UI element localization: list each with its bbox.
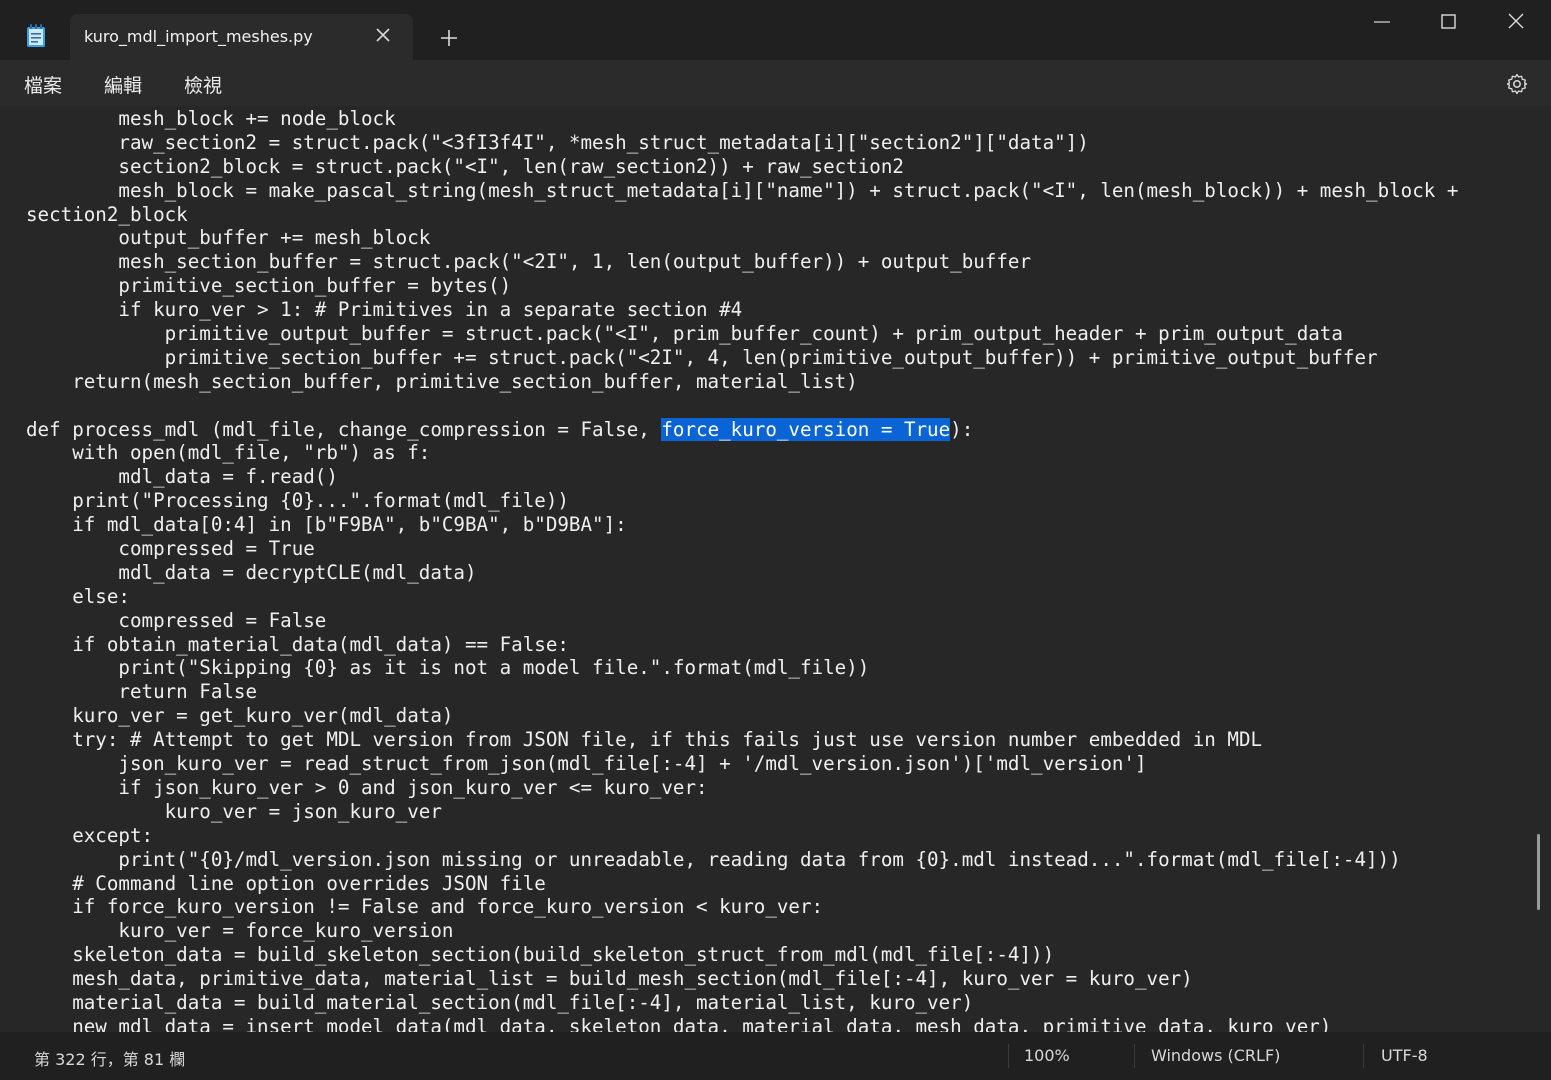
status-divider (1363, 1044, 1364, 1068)
code-line: mesh_section_buffer = struct.pack("<2I",… (26, 250, 1032, 274)
code-line: with open(mdl_file, "rb") as f: (26, 441, 431, 465)
status-bar: 第 322 行，第 81 欄 100% Windows (CRLF) UTF-8 (0, 1032, 1551, 1080)
code-line: if obtain_material_data(mdl_data) == Fal… (26, 632, 569, 656)
code-line: output_buffer += mesh_block (26, 226, 431, 250)
code-line: if kuro_ver > 1: # Primitives in a separ… (26, 298, 743, 322)
code-line: mdl_data = f.read() (26, 465, 338, 489)
code-line: if mdl_data[0:4] in [b"F9BA", b"C9BA", b… (26, 513, 627, 537)
code-line: compressed = True (26, 537, 315, 561)
menu-view[interactable]: 檢視 (184, 71, 222, 98)
code-line: except: (26, 823, 154, 847)
code-fragment: ): (950, 417, 974, 441)
code-line: primitive_output_buffer = struct.pack("<… (26, 322, 1343, 346)
title-bar: kuro_mdl_import_meshes.py (0, 0, 1551, 60)
code-text[interactable]: mesh_block += node_block raw_section2 = … (26, 107, 1458, 1032)
code-line: # Command line option overrides JSON fil… (26, 871, 546, 895)
minimize-icon[interactable] (1362, 10, 1402, 38)
close-icon[interactable] (1496, 10, 1536, 38)
code-line: try: # Attempt to get MDL version from J… (26, 728, 1263, 752)
close-icon[interactable] (373, 25, 393, 45)
code-line: kuro_ver = json_kuro_ver (26, 799, 442, 823)
code-line: new_mdl_data = insert_model_data(mdl_dat… (26, 1014, 1332, 1032)
tab-active[interactable]: kuro_mdl_import_meshes.py (70, 14, 413, 60)
maximize-icon[interactable] (1428, 10, 1468, 38)
code-line: mesh_data, primitive_data, material_list… (26, 967, 1193, 991)
code-line: if force_kuro_version != False and force… (26, 895, 824, 919)
code-line: else: (26, 584, 130, 608)
code-line: return False (26, 680, 258, 704)
tab-title: kuro_mdl_import_meshes.py (84, 27, 313, 46)
text-editor[interactable]: mesh_block += node_block raw_section2 = … (0, 106, 1551, 1032)
cursor-position[interactable]: 第 322 行，第 81 欄 (34, 1046, 185, 1070)
code-line: def process_mdl (mdl_file, change_compre… (26, 417, 974, 441)
menu-file[interactable]: 檔案 (24, 71, 62, 98)
line-ending[interactable]: Windows (CRLF) (1151, 1046, 1280, 1065)
code-line: mdl_data = decryptCLE(mdl_data) (26, 560, 477, 584)
status-divider (1134, 1044, 1135, 1068)
code-line: kuro_ver = force_kuro_version (26, 919, 454, 943)
code-line: material_data = build_material_section(m… (26, 990, 974, 1014)
menu-edit[interactable]: 編輯 (104, 71, 142, 98)
code-line: mesh_block += node_block (26, 107, 396, 130)
code-line: print("{0}/mdl_version.json missing or u… (26, 847, 1401, 871)
notepad-icon (27, 24, 45, 47)
code-line: primitive_section_buffer = bytes() (26, 274, 512, 298)
code-line: skeleton_data = build_skeleton_section(b… (26, 943, 1055, 967)
code-line: kuro_ver = get_kuro_ver(mdl_data) (26, 704, 454, 728)
encoding[interactable]: UTF-8 (1381, 1046, 1428, 1065)
scrollbar-thumb[interactable] (1537, 834, 1540, 910)
code-line: json_kuro_ver = read_struct_from_json(md… (26, 752, 1147, 776)
code-line: compressed = False (26, 608, 327, 632)
code-line: section2_block = struct.pack("<I", len(r… (26, 154, 904, 178)
text-selection: force_kuro_version = True (661, 417, 951, 441)
gear-icon[interactable] (1505, 72, 1529, 96)
code-line: primitive_section_buffer += struct.pack(… (26, 345, 1378, 369)
code-line: print("Processing {0}...".format(mdl_fil… (26, 489, 569, 513)
menu-bar: 檔案 編輯 檢視 (0, 60, 1551, 106)
plus-icon[interactable] (438, 27, 460, 49)
code-line: mesh_block = make_pascal_string(mesh_str… (26, 178, 1459, 202)
code-line: section2_block (26, 202, 188, 226)
zoom-level[interactable]: 100% (1024, 1046, 1070, 1065)
code-line: return(mesh_section_buffer, primitive_se… (26, 369, 858, 393)
code-line: raw_section2 = struct.pack("<3fI3f4I", *… (26, 130, 1089, 154)
code-line: print("Skipping {0} as it is not a model… (26, 656, 870, 680)
status-divider (1008, 1044, 1009, 1068)
code-line: if json_kuro_ver > 0 and json_kuro_ver <… (26, 775, 708, 799)
